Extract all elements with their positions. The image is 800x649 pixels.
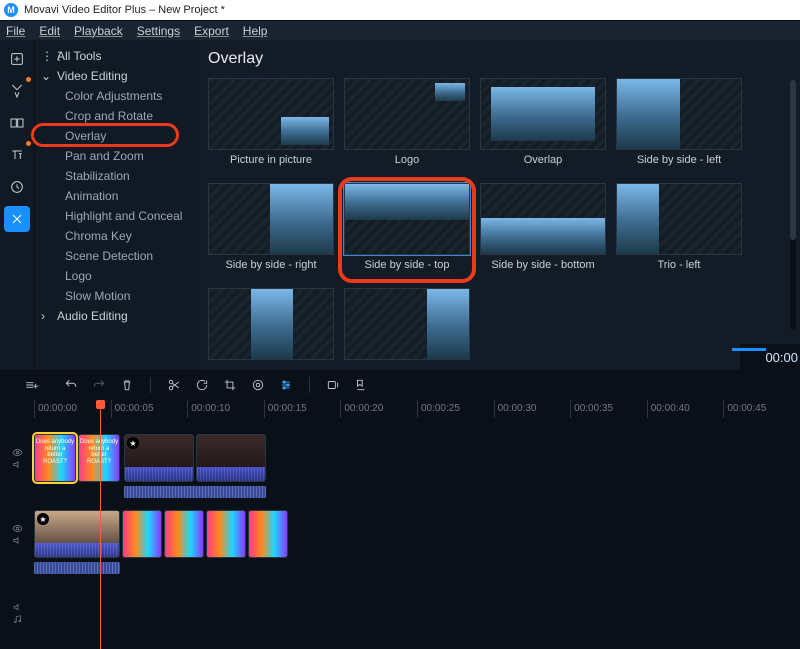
overlay-audio-clip[interactable] bbox=[124, 486, 266, 498]
menu-edit[interactable]: Edit bbox=[39, 24, 60, 38]
sidebar-video-editing[interactable]: ⌄Video Editing bbox=[35, 66, 194, 86]
main: ⋮⋮All Tools ⌄Video Editing Color Adjustm… bbox=[0, 40, 800, 370]
titles-button[interactable] bbox=[4, 142, 30, 168]
star-icon: ★ bbox=[37, 513, 49, 525]
video-clip-4[interactable] bbox=[206, 510, 246, 558]
sidebar-audio-editing[interactable]: ›Audio Editing bbox=[35, 306, 194, 326]
sidebar-scene-detection[interactable]: Scene Detection bbox=[35, 246, 194, 266]
eye-icon bbox=[12, 447, 23, 458]
menubar: File Edit Playback Settings Export Help bbox=[0, 20, 800, 40]
tools-sidebar: ⋮⋮All Tools ⌄Video Editing Color Adjustm… bbox=[34, 40, 194, 370]
timeline[interactable]: 00:00:0000:00:05 00:00:1000:00:15 00:00:… bbox=[0, 400, 800, 649]
card-picture-in-picture[interactable]: Picture in picture bbox=[208, 78, 334, 173]
card-side-top[interactable]: Side by side - top bbox=[344, 183, 470, 278]
menu-help[interactable]: Help bbox=[243, 24, 268, 38]
sidebar-highlight-conceal[interactable]: Highlight and Conceal bbox=[35, 206, 194, 226]
video-clip-2[interactable] bbox=[122, 510, 162, 558]
overlay-audio-track[interactable] bbox=[0, 486, 800, 500]
app-logo-icon: M bbox=[4, 3, 18, 17]
speaker-icon bbox=[12, 602, 23, 613]
add-track-button[interactable] bbox=[14, 375, 48, 395]
split-button[interactable] bbox=[167, 378, 181, 392]
tracks: Does anybody return abetter ROAST? Does … bbox=[0, 418, 800, 649]
audio-track-head[interactable] bbox=[0, 602, 34, 624]
left-icon-rail bbox=[0, 40, 34, 370]
window-title: Movavi Video Editor Plus – New Project * bbox=[24, 4, 225, 16]
card-side-right[interactable]: Side by side - right bbox=[208, 183, 334, 278]
video-audio-clip[interactable] bbox=[34, 562, 120, 574]
card-side-left[interactable]: Side by side - left bbox=[616, 78, 742, 173]
speaker-icon bbox=[12, 535, 23, 546]
overlay-clip-1[interactable]: Does anybody return abetter ROAST? bbox=[34, 434, 76, 482]
video-track-head[interactable] bbox=[0, 508, 34, 560]
card-row3-b[interactable] bbox=[344, 288, 470, 383]
music-note-icon bbox=[12, 614, 23, 625]
sidebar-stabilization[interactable]: Stabilization bbox=[35, 166, 194, 186]
overlay-track[interactable]: Does anybody return abetter ROAST? Does … bbox=[0, 432, 800, 484]
card-overlap[interactable]: Overlap bbox=[480, 78, 606, 173]
sidebar-crop-rotate[interactable]: Crop and Rotate bbox=[35, 106, 194, 126]
speaker-icon bbox=[12, 459, 23, 470]
card-logo[interactable]: Logo bbox=[344, 78, 470, 173]
overlay-clip-3[interactable]: ★ bbox=[124, 434, 194, 482]
card-side-bottom[interactable]: Side by side - bottom bbox=[480, 183, 606, 278]
undo-button[interactable] bbox=[64, 378, 78, 392]
menu-export[interactable]: Export bbox=[194, 24, 229, 38]
sidebar-overlay[interactable]: Overlay bbox=[35, 126, 194, 146]
sidebar-all-tools[interactable]: ⋮⋮All Tools bbox=[35, 46, 194, 66]
audio-track[interactable] bbox=[0, 602, 800, 624]
sidebar-color-adjustments[interactable]: Color Adjustments bbox=[35, 86, 194, 106]
sidebar-animation[interactable]: Animation bbox=[35, 186, 194, 206]
playhead[interactable] bbox=[100, 400, 101, 649]
transitions-button[interactable] bbox=[4, 110, 30, 136]
more-tools-button[interactable] bbox=[4, 206, 30, 232]
menu-file[interactable]: File bbox=[6, 24, 25, 38]
gallery-scrollbar[interactable] bbox=[790, 80, 796, 330]
sidebar-pan-zoom[interactable]: Pan and Zoom bbox=[35, 146, 194, 166]
menu-settings[interactable]: Settings bbox=[137, 24, 180, 38]
video-clip-1[interactable]: ★ bbox=[34, 510, 120, 558]
sidebar-logo[interactable]: Logo bbox=[35, 266, 194, 286]
preview-timecode: 00:00 bbox=[740, 344, 800, 370]
video-audio-track[interactable] bbox=[0, 562, 800, 576]
video-clip-5[interactable] bbox=[248, 510, 288, 558]
panel-title: Overlay bbox=[208, 50, 786, 68]
card-row3-a[interactable] bbox=[208, 288, 334, 383]
overlay-gallery-panel: Overlay Picture in picture Logo Overlap … bbox=[194, 40, 800, 370]
rotate-button[interactable] bbox=[195, 378, 209, 392]
card-trio-left[interactable]: Trio - left bbox=[616, 183, 742, 278]
titlebar: M Movavi Video Editor Plus – New Project… bbox=[0, 0, 800, 20]
overlay-clip-2[interactable]: Does anybody return abetter ROAST? bbox=[78, 434, 120, 482]
video-clip-3[interactable] bbox=[164, 510, 204, 558]
eye-icon bbox=[12, 523, 23, 534]
timeline-ruler[interactable]: 00:00:0000:00:05 00:00:1000:00:15 00:00:… bbox=[0, 400, 800, 418]
redo-button[interactable] bbox=[92, 378, 106, 392]
sidebar-chroma-key[interactable]: Chroma Key bbox=[35, 226, 194, 246]
overlay-clip-4[interactable] bbox=[196, 434, 266, 482]
delete-button[interactable] bbox=[120, 378, 134, 392]
menu-playback[interactable]: Playback bbox=[74, 24, 123, 38]
stickers-button[interactable] bbox=[4, 174, 30, 200]
sidebar-slow-motion[interactable]: Slow Motion bbox=[35, 286, 194, 306]
add-media-button[interactable] bbox=[4, 46, 30, 72]
video-track[interactable]: ★ bbox=[0, 508, 800, 560]
overlay-track-head[interactable] bbox=[0, 432, 34, 484]
filters-button[interactable] bbox=[4, 78, 30, 104]
star-icon: ★ bbox=[127, 437, 139, 449]
overlay-grid: Picture in picture Logo Overlap Side by … bbox=[208, 78, 786, 383]
